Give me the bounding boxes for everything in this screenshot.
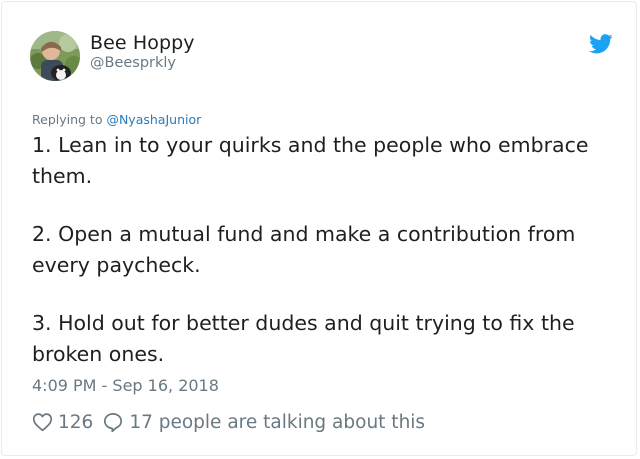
avatar-image [30,31,80,81]
tweet-text: 1. Lean in to your quirks and the people… [32,130,622,370]
tweet-actions: 126 17 people are talking about this [32,409,425,435]
avatar[interactable] [30,31,80,81]
twitter-bird-icon[interactable] [589,34,613,54]
talking-about-link[interactable]: 17 people are talking about this [129,412,425,433]
heart-outline-icon[interactable] [32,412,53,432]
author-handle[interactable]: @Beesprkly [90,55,176,71]
tweet-card: Bee Hoppy @Beesprkly Replying to @Nyasha… [1,1,637,456]
tweet-timestamp[interactable]: 4:09 PM - Sep 16, 2018 [32,376,219,395]
speech-bubble-icon[interactable] [103,412,123,433]
author-name[interactable]: Bee Hoppy [90,32,195,54]
replying-to-link[interactable]: @NyashaJunior [106,112,201,127]
replying-to-prefix: Replying to [32,112,107,127]
tweet-paragraph: 1. Lean in to your quirks and the people… [32,133,589,188]
tweet-paragraph: 3. Hold out for better dudes and quit tr… [32,311,575,366]
tweet-paragraph: 2. Open a mutual fund and make a contrib… [32,222,576,277]
replying-to: Replying to @NyashaJunior [32,112,201,127]
like-count[interactable]: 126 [58,412,93,433]
